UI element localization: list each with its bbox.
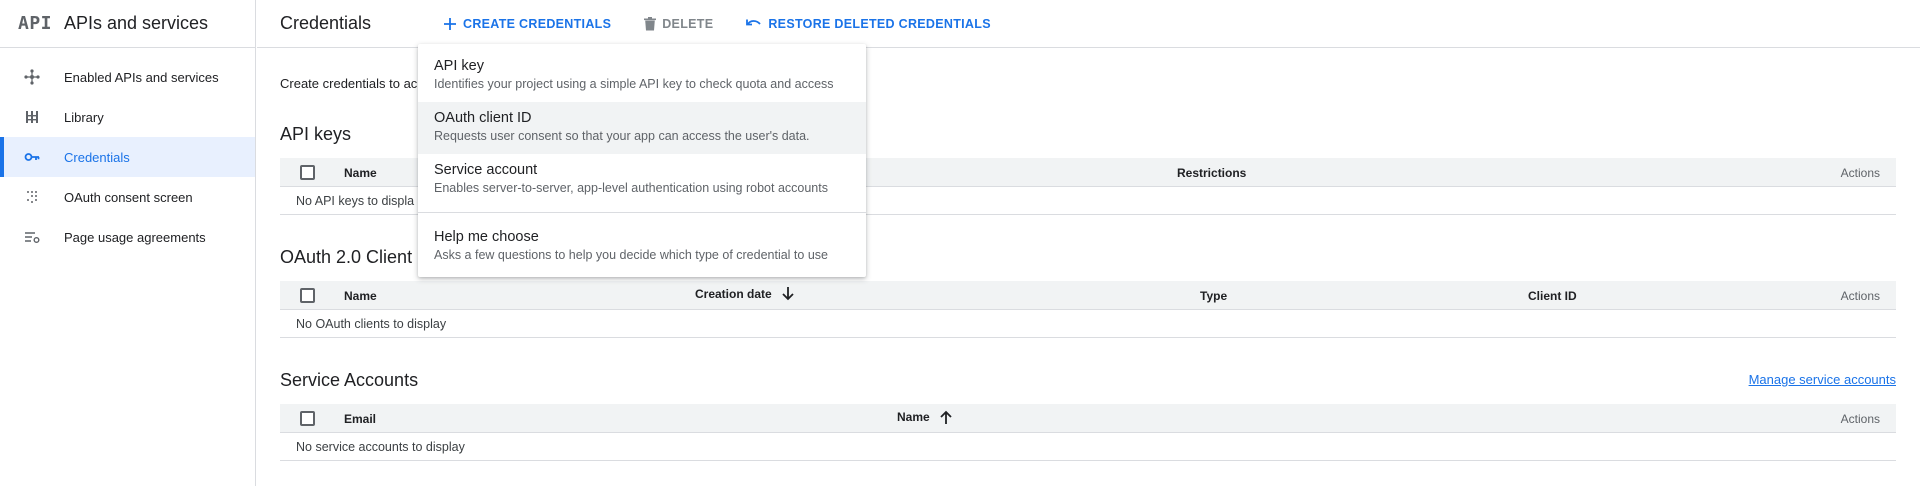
hub-icon [24, 69, 40, 85]
column-creation-date-label: Creation date [695, 287, 772, 301]
column-name[interactable]: Name [344, 289, 377, 303]
menu-item-oauth-client-id[interactable]: OAuth client ID Requests user consent so… [418, 102, 866, 154]
sidebar-item-library[interactable]: Library [0, 97, 255, 137]
oauth-clients-table: Name Creation date Type Client ID Action… [280, 281, 1896, 338]
column-name[interactable]: Name [344, 166, 377, 180]
sidebar-item-oauth-consent[interactable]: OAuth consent screen [0, 177, 255, 217]
intro-text: Create credentials to ac [280, 76, 418, 91]
dots-grid-icon [24, 189, 40, 205]
restore-label: RESTORE DELETED CREDENTIALS [768, 16, 991, 31]
menu-item-title: Help me choose [434, 229, 539, 245]
create-credentials-button[interactable]: CREATE CREDENTIALS [443, 17, 611, 31]
arrow-down-icon [782, 287, 794, 301]
menu-divider [418, 212, 866, 213]
create-credentials-menu: API key Identifies your project using a … [418, 44, 866, 277]
sidebar-item-label: Library [64, 109, 104, 125]
sidebar-nav: Enabled APIs and services Library Creden… [0, 48, 255, 257]
api-logo: API [18, 13, 53, 34]
column-email[interactable]: Email [344, 412, 376, 426]
oauth-clients-title: OAuth 2.0 Client I [280, 247, 423, 267]
arrow-up-icon [940, 410, 952, 424]
header-toolbar: Credentials CREATE CREDENTIALS DELETE RE… [257, 0, 1920, 48]
menu-item-help-me-choose[interactable]: Help me choose Asks a few questions to h… [418, 221, 866, 273]
column-actions: Actions [1840, 289, 1880, 303]
column-name-label: Name [897, 410, 930, 424]
menu-item-api-key[interactable]: API key Identifies your project using a … [418, 50, 866, 102]
menu-item-description: Enables server-to-server, app-level auth… [434, 181, 828, 195]
menu-item-service-account[interactable]: Service account Enables server-to-server… [418, 154, 866, 206]
column-name[interactable]: Name [897, 410, 952, 424]
trash-icon [644, 16, 657, 31]
sidebar-item-label: OAuth consent screen [64, 189, 193, 205]
delete-label: DELETE [662, 16, 714, 31]
column-actions: Actions [1840, 412, 1880, 426]
sidebar-title: APIs and services [64, 13, 209, 33]
sidebar: API APIs and services Enabled APIs and s… [0, 0, 256, 486]
table-header: Email Name Actions [280, 404, 1896, 433]
select-all-checkbox[interactable] [300, 288, 315, 303]
create-credentials-label: CREATE CREDENTIALS [463, 16, 612, 31]
restore-deleted-credentials-button[interactable]: RESTORE DELETED CREDENTIALS [746, 16, 991, 31]
menu-item-title: Service account [434, 162, 538, 178]
service-accounts-table: Email Name Actions No service accounts t… [280, 404, 1896, 461]
column-type[interactable]: Type [1200, 289, 1227, 303]
table-header: Name Creation date Type Client ID Action… [280, 281, 1896, 310]
select-all-checkbox[interactable] [300, 411, 315, 426]
library-icon [24, 109, 40, 125]
menu-item-description: Requests user consent so that your app c… [434, 129, 810, 143]
delete-button[interactable]: DELETE [644, 16, 714, 31]
empty-row: No service accounts to display [280, 433, 1896, 461]
manage-service-accounts-link[interactable]: Manage service accounts [1749, 372, 1896, 387]
api-keys-title: API keys [280, 124, 352, 144]
sidebar-item-label: Page usage agreements [64, 229, 206, 245]
column-restrictions[interactable]: Restrictions [1177, 166, 1246, 180]
sidebar-item-page-usage[interactable]: Page usage agreements [0, 217, 255, 257]
column-creation-date[interactable]: Creation date [695, 287, 794, 301]
sidebar-item-label: Enabled APIs and services [64, 69, 219, 85]
page-title: Credentials [280, 13, 372, 33]
service-accounts-title: Service Accounts [280, 370, 419, 390]
menu-item-description: Asks a few questions to help you decide … [434, 248, 828, 262]
plus-icon [443, 17, 457, 31]
sidebar-item-credentials[interactable]: Credentials [0, 137, 255, 177]
sidebar-header: API APIs and services [0, 0, 255, 48]
settings-list-icon [24, 229, 40, 245]
sidebar-item-enabled-apis[interactable]: Enabled APIs and services [0, 57, 255, 97]
menu-item-description: Identifies your project using a simple A… [434, 77, 834, 91]
menu-item-title: OAuth client ID [434, 110, 532, 126]
menu-item-title: API key [434, 58, 484, 74]
undo-icon [746, 18, 762, 30]
column-client-id[interactable]: Client ID [1528, 289, 1577, 303]
empty-row: No OAuth clients to display [280, 310, 1896, 338]
column-actions: Actions [1840, 166, 1880, 180]
select-all-checkbox[interactable] [300, 165, 315, 180]
key-icon [24, 149, 40, 165]
sidebar-item-label: Credentials [64, 149, 130, 165]
